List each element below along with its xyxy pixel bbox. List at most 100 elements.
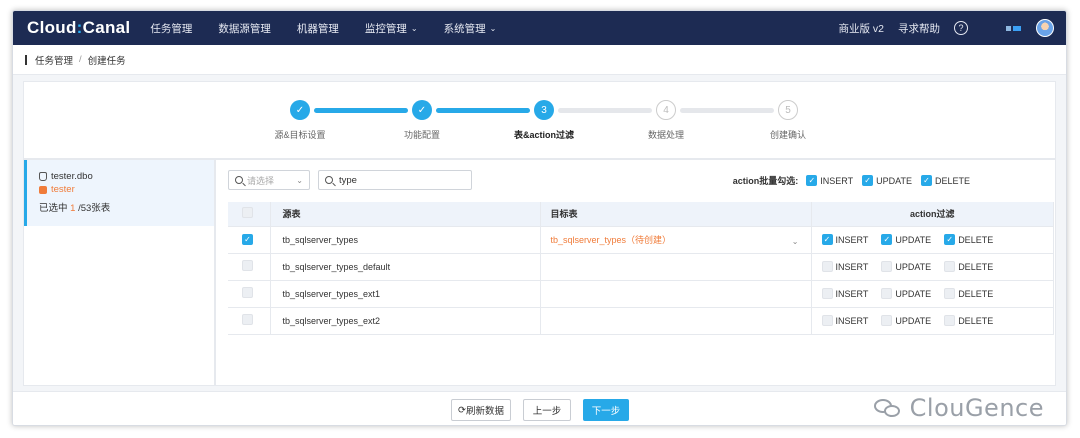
refresh-label: 刷新数据: [465, 406, 504, 417]
step-5-indicator: 5: [778, 100, 798, 120]
table-row: tb_sqlserver_types_default INSERT UPDATE…: [228, 253, 1054, 281]
step-3-label: 表&action过滤: [513, 130, 575, 140]
update-checkbox[interactable]: ✓ UPDATE: [881, 234, 931, 245]
delete-checkbox[interactable]: DELETE: [944, 261, 993, 272]
step-connector: [436, 108, 530, 113]
table-filter-panel: 请选择 ⌄ type action批量勾选: ✓ INSERT ✓ UPDATE ✓…: [215, 159, 1056, 386]
target-table-cell: [540, 253, 812, 281]
header-target: 目标表: [540, 202, 812, 227]
delete-checkbox[interactable]: DELETE: [944, 315, 993, 326]
checkbox-box: [881, 315, 893, 326]
table-list: 源表 目标表 action过滤 ✓ tb_sqlserver_types tb_…: [228, 202, 1054, 335]
help-link[interactable]: 寻求帮助: [898, 21, 940, 36]
breadcrumb-root[interactable]: 任务管理: [35, 53, 73, 67]
insert-checkbox[interactable]: ✓ INSERT: [821, 234, 869, 245]
schema-icon: [39, 185, 47, 194]
wechat-icon: [873, 397, 904, 419]
action-label: UPDATE: [895, 234, 932, 245]
avatar[interactable]: [1036, 19, 1054, 37]
check-icon: ✓: [920, 175, 932, 186]
step-2-label: 功能配置: [403, 130, 441, 140]
action-label: INSERT: [835, 315, 869, 326]
table-search-input[interactable]: type: [318, 170, 472, 190]
step-1-check-icon: ✓: [290, 100, 310, 120]
insert-checkbox[interactable]: INSERT: [821, 288, 868, 299]
nav-task-management[interactable]: 任务管理: [150, 21, 192, 36]
filter-row: 请选择 ⌄ type: [228, 170, 472, 190]
chevron-down-icon: ⌄: [489, 23, 497, 33]
checkbox-box: [821, 261, 833, 272]
search-value: type: [339, 174, 357, 186]
update-checkbox[interactable]: UPDATE: [881, 315, 931, 326]
step-4-indicator: 4: [656, 100, 676, 120]
delete-checkbox[interactable]: ✓ DELETE: [944, 234, 993, 245]
footer-bar: ⟳ 刷新数据 上一步 下一步 ClouGence: [13, 391, 1066, 425]
selected-suffix: /53张表: [75, 203, 111, 214]
action-label: INSERT: [835, 234, 869, 245]
checkbox-box: [881, 261, 893, 272]
nav-system-management[interactable]: 系统管理 ⌄: [444, 21, 497, 36]
nav-label: 监控管理: [364, 22, 407, 35]
batch-option-label: INSERT: [820, 175, 854, 186]
nav-datasource-management[interactable]: 数据源管理: [218, 21, 271, 36]
batch-insert-checkbox[interactable]: ✓ INSERT: [806, 175, 853, 186]
action-label: UPDATE: [895, 261, 932, 272]
step-3-indicator: 3: [534, 100, 554, 120]
check-icon: ✓: [944, 234, 956, 245]
logo-text-2: Canal: [82, 18, 131, 37]
checkbox-box: [821, 288, 833, 299]
insert-checkbox[interactable]: INSERT: [821, 261, 868, 272]
target-table-cell: [540, 280, 812, 308]
nav-machine-management[interactable]: 机器管理: [297, 21, 339, 36]
header-action: action过滤: [811, 202, 1054, 227]
breadcrumb: 任务管理 / 创建任务: [13, 45, 1066, 75]
selected-count-text: 已选中 1 /53张表: [39, 200, 206, 214]
step-5-label: 创建确认: [769, 130, 807, 140]
cloudcanal-logo[interactable]: Cloud:Canal: [27, 18, 130, 38]
target-table-cell: [540, 307, 812, 335]
insert-checkbox[interactable]: INSERT: [821, 315, 869, 326]
help-icon[interactable]: ?: [954, 21, 968, 35]
batch-delete-checkbox[interactable]: ✓ DELETE: [920, 175, 970, 186]
edition-label: 商业版 v2: [838, 22, 884, 35]
row-checkbox[interactable]: ✓: [242, 234, 253, 245]
clougence-watermark: ClouGence: [873, 394, 1044, 422]
delete-checkbox[interactable]: DELETE: [944, 288, 993, 299]
update-checkbox[interactable]: UPDATE: [881, 261, 931, 272]
table-row: ✓ tb_sqlserver_types tb_sqlserver_types（…: [228, 226, 1054, 254]
chevron-down-icon: ⌄: [410, 23, 418, 33]
step-2-check-icon: ✓: [412, 100, 432, 120]
source-table-name: tb_sqlserver_types_ext2: [270, 307, 541, 335]
batch-update-checkbox[interactable]: ✓ UPDATE: [862, 175, 912, 186]
check-icon: ✓: [806, 175, 818, 186]
batch-option-label: UPDATE: [876, 175, 912, 186]
update-checkbox[interactable]: UPDATE: [881, 288, 931, 299]
row-checkbox[interactable]: [242, 260, 253, 271]
target-table-select[interactable]: tb_sqlserver_types（待创建） ⌄: [540, 226, 812, 254]
search-icon: [325, 176, 333, 184]
checkbox-box: [881, 288, 893, 299]
check-icon: ✓: [881, 234, 893, 245]
row-checkbox[interactable]: [242, 314, 253, 325]
table-header-row: 源表 目标表 action过滤: [228, 202, 1054, 227]
step-1-label: 源&目标设置: [274, 130, 326, 140]
selected-prefix: 已选中: [39, 203, 71, 214]
select-all-checkbox[interactable]: [242, 207, 253, 219]
tree-node-tester-dbo[interactable]: tester.dbo tester 已选中 1 /53张表: [24, 160, 214, 226]
refresh-icon: ⟳: [458, 404, 466, 416]
checkbox-box: [944, 261, 956, 272]
action-label: DELETE: [958, 315, 994, 326]
notification-icon[interactable]: [1006, 24, 1022, 32]
row-checkbox[interactable]: [242, 287, 253, 298]
action-label: UPDATE: [895, 288, 932, 299]
refresh-data-button[interactable]: ⟳ 刷新数据: [451, 399, 511, 421]
next-step-button[interactable]: 下一步: [583, 399, 629, 421]
filter-select[interactable]: 请选择 ⌄: [228, 170, 310, 190]
breadcrumb-bar-icon: [25, 54, 27, 65]
step-4-label: 数据处理: [647, 130, 685, 140]
top-navbar: Cloud:Canal 任务管理 数据源管理 机器管理 监控管理 ⌄ 系统管理 ⌄ …: [13, 11, 1066, 45]
checkbox-box: [944, 315, 956, 326]
app-window: Cloud:Canal 任务管理 数据源管理 机器管理 监控管理 ⌄ 系统管理 ⌄ …: [12, 10, 1067, 426]
nav-monitor-management[interactable]: 监控管理 ⌄: [365, 21, 418, 36]
prev-step-button[interactable]: 上一步: [523, 399, 571, 421]
